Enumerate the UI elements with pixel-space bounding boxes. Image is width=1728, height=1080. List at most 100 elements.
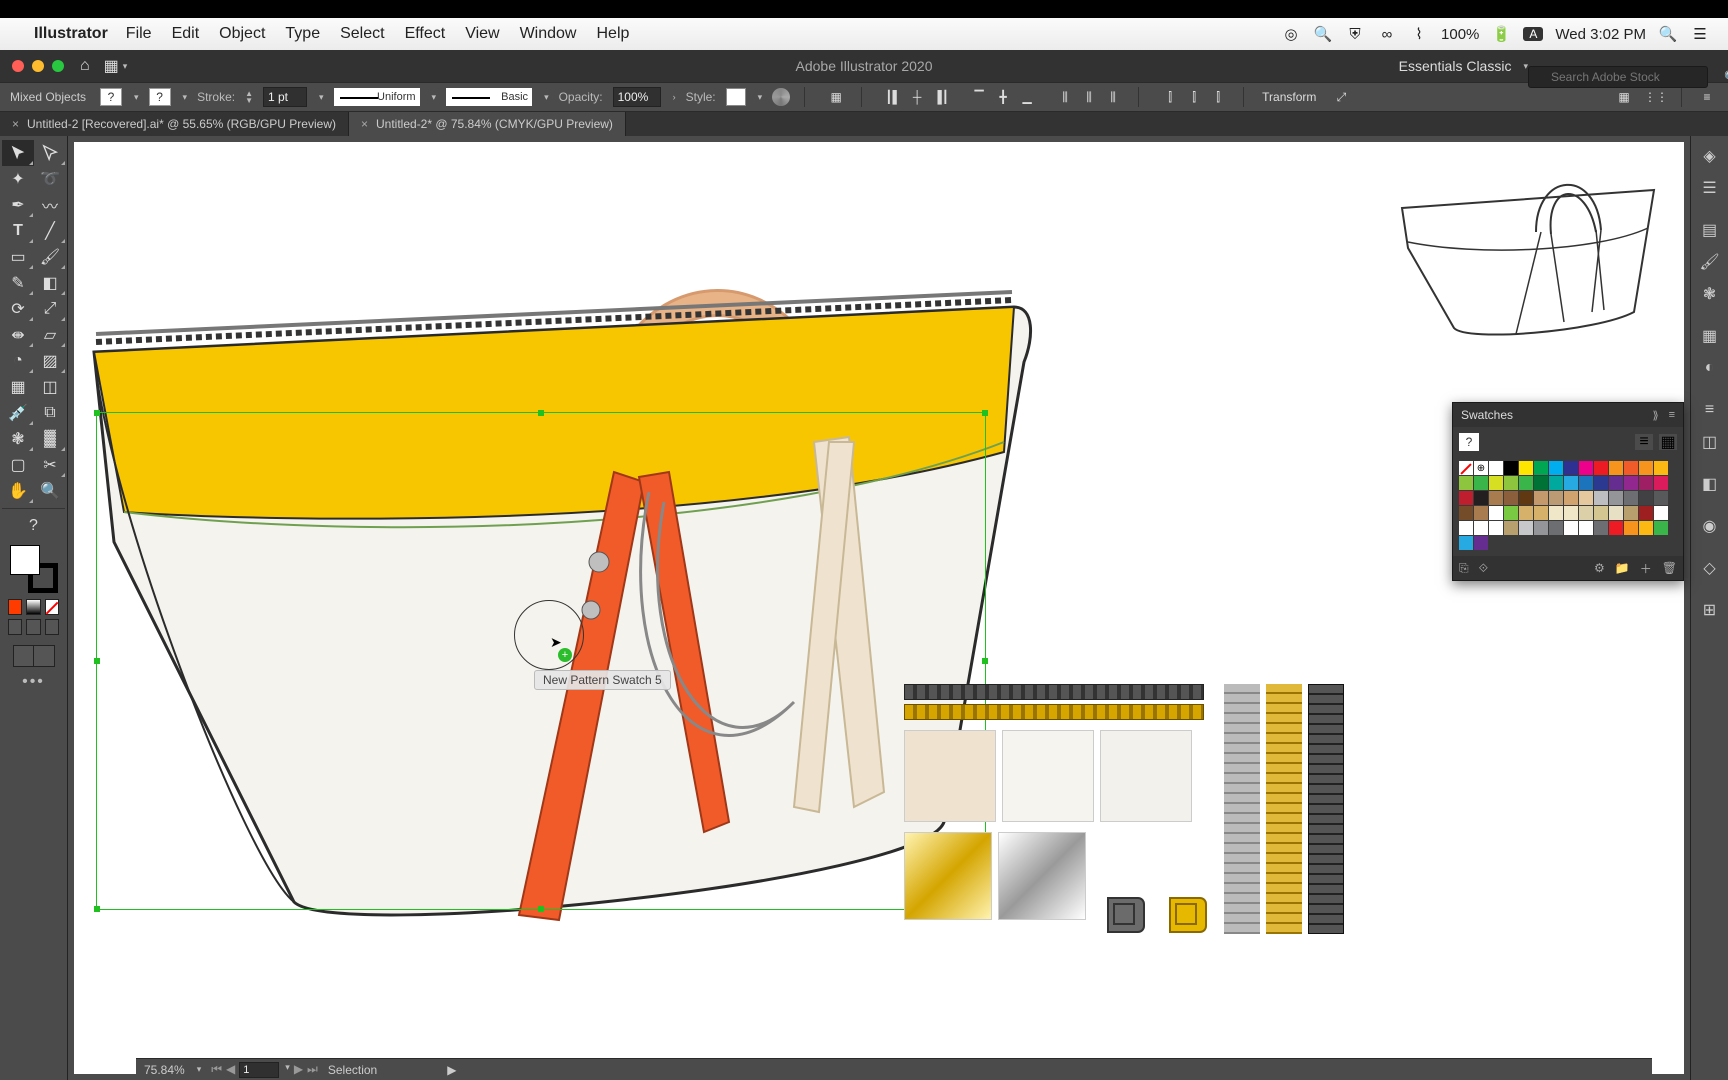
swatch[interactable] xyxy=(1654,476,1668,490)
panel-menu-icon[interactable]: ≡ xyxy=(1696,86,1718,108)
swatch[interactable] xyxy=(1624,461,1638,475)
zoom-window-button[interactable] xyxy=(52,60,64,72)
swatch[interactable] xyxy=(1474,476,1488,490)
swatch[interactable] xyxy=(1639,521,1653,535)
swatch[interactable] xyxy=(1594,506,1608,520)
first-artboard-button[interactable]: ⏮ xyxy=(211,1062,222,1078)
show-swatch-kinds-icon[interactable]: ⟐ xyxy=(1479,561,1488,576)
swatch-registration[interactable]: ⊕ xyxy=(1474,461,1488,475)
new-swatch-icon[interactable]: ＋ xyxy=(1640,560,1652,577)
chevron-down-icon[interactable]: ▾ xyxy=(183,92,188,103)
swatch[interactable] xyxy=(1654,491,1668,505)
swatch[interactable] xyxy=(1639,491,1653,505)
swatch[interactable] xyxy=(1594,521,1608,535)
brush-definition-button[interactable]: Basic xyxy=(446,88,532,106)
swatch[interactable] xyxy=(1609,506,1623,520)
shield-icon[interactable]: ⛨ xyxy=(1345,26,1365,43)
swatch[interactable] xyxy=(1489,521,1503,535)
swatch[interactable] xyxy=(1489,506,1503,520)
menu-type[interactable]: Type xyxy=(285,25,320,43)
edit-toolbar-button[interactable]: ••• xyxy=(2,673,65,691)
search-icon[interactable]: 🔍 xyxy=(1658,25,1678,43)
none-button[interactable] xyxy=(45,599,59,615)
draw-inside-button[interactable] xyxy=(45,619,59,635)
collapse-panel-icon[interactable]: ⟫ xyxy=(1652,409,1658,422)
swatch[interactable] xyxy=(1489,491,1503,505)
zoom-tool[interactable]: 🔍 xyxy=(34,478,66,504)
swatch[interactable] xyxy=(1459,491,1473,505)
swatch[interactable] xyxy=(1504,491,1518,505)
swatch[interactable] xyxy=(1519,491,1533,505)
align-top-button[interactable]: ▔ xyxy=(968,86,990,108)
swatch[interactable] xyxy=(1474,506,1488,520)
swatch[interactable] xyxy=(1624,521,1638,535)
swatch[interactable] xyxy=(1459,521,1473,535)
input-source-icon[interactable]: A xyxy=(1523,27,1543,41)
free-transform-tool[interactable]: ▱ xyxy=(34,322,66,348)
resize-handle-ml[interactable] xyxy=(94,658,100,664)
distribute-left-button[interactable]: ⫿ xyxy=(1159,86,1181,108)
menu-help[interactable]: Help xyxy=(596,25,629,43)
width-tool[interactable]: ⇼ xyxy=(2,322,34,348)
swatch[interactable] xyxy=(1549,476,1563,490)
swatch[interactable] xyxy=(1474,491,1488,505)
resize-handle-bl[interactable] xyxy=(94,906,100,912)
stroke-weight-input[interactable] xyxy=(263,87,307,107)
swatch[interactable] xyxy=(1519,476,1533,490)
list-view-icon[interactable]: ≡ xyxy=(1635,434,1653,450)
distribute-hcenter-button[interactable]: ⫿ xyxy=(1183,86,1205,108)
swatch[interactable] xyxy=(1504,521,1518,535)
distribute-bottom-button[interactable]: ⫼ xyxy=(1102,86,1124,108)
swatch[interactable] xyxy=(1564,506,1578,520)
layers-panel-icon[interactable]: ☰ xyxy=(1696,174,1724,202)
swatch[interactable] xyxy=(1609,476,1623,490)
screen-mode-button[interactable] xyxy=(13,645,55,667)
chevron-down-icon[interactable]: ▾ xyxy=(134,92,139,103)
swatch[interactable] xyxy=(1504,506,1518,520)
swatch[interactable] xyxy=(1534,491,1548,505)
draw-normal-button[interactable] xyxy=(8,619,22,635)
swatch[interactable] xyxy=(1459,536,1473,550)
align-hcenter-button[interactable]: ┼ xyxy=(906,86,928,108)
chevron-down-icon[interactable]: ▾ xyxy=(432,92,437,103)
menu-effect[interactable]: Effect xyxy=(405,25,446,43)
paintbrush-tool[interactable]: 🖌 xyxy=(34,244,66,270)
chevron-down-icon[interactable]: ▾ xyxy=(319,92,324,103)
swatch[interactable] xyxy=(1579,521,1593,535)
brushes-panel-icon[interactable]: 🖌 xyxy=(1696,248,1724,276)
gradient-button[interactable] xyxy=(26,599,40,615)
swatch[interactable] xyxy=(1624,476,1638,490)
menu-window[interactable]: Window xyxy=(520,25,577,43)
menu-file[interactable]: File xyxy=(126,25,152,43)
swatch[interactable] xyxy=(1639,506,1653,520)
draw-behind-button[interactable] xyxy=(26,619,40,635)
swatch[interactable] xyxy=(1624,506,1638,520)
appearance-panel-icon[interactable]: ◉ xyxy=(1696,512,1724,540)
swatch[interactable] xyxy=(1654,461,1668,475)
arrange-documents-button[interactable]: ▦ ▾ xyxy=(104,56,128,76)
next-artboard-button[interactable]: ▶ xyxy=(294,1062,303,1078)
new-color-group-icon[interactable]: 📁 xyxy=(1615,561,1630,575)
transform-panel-button[interactable]: Transform xyxy=(1258,90,1320,104)
swatch[interactable] xyxy=(1534,521,1548,535)
resize-handle-tr[interactable] xyxy=(982,410,988,416)
close-tab-icon[interactable]: × xyxy=(12,117,19,131)
rotate-tool[interactable]: ⟳ xyxy=(2,296,34,322)
thumbnail-view-icon[interactable]: ▦ xyxy=(1659,434,1677,450)
menu-object[interactable]: Object xyxy=(219,25,265,43)
clock[interactable]: Wed 3:02 PM xyxy=(1555,26,1646,43)
artboard[interactable]: 773 xyxy=(74,142,1684,1074)
rectangle-tool[interactable]: ▭ xyxy=(2,244,34,270)
swatch[interactable] xyxy=(1639,461,1653,475)
wifi-icon[interactable]: ⌇ xyxy=(1409,25,1429,43)
isolate-button[interactable]: ▦ xyxy=(1613,86,1635,108)
adobe-stock-search-input[interactable] xyxy=(1528,66,1708,88)
curvature-tool[interactable]: 〰 xyxy=(34,192,66,218)
magic-wand-tool[interactable]: ✦ xyxy=(2,166,34,192)
chevron-down-icon[interactable]: ▾ xyxy=(197,1064,202,1075)
direct-selection-tool[interactable] xyxy=(34,140,66,166)
type-tool[interactable]: T xyxy=(2,218,34,244)
menu-view[interactable]: View xyxy=(465,25,499,43)
swatch[interactable] xyxy=(1579,506,1593,520)
gradient-tool[interactable]: ◫ xyxy=(34,374,66,400)
